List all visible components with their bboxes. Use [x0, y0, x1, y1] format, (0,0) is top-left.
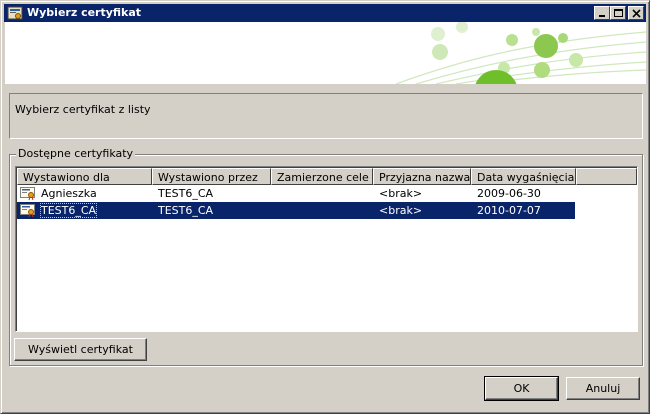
- group-label: Dostępne certyfikaty: [16, 147, 136, 160]
- title-bar[interactable]: Wybierz certyfikat: [4, 4, 646, 22]
- decorative-banner-graphic: [395, 22, 646, 84]
- column-header-issued-to[interactable]: Wystawiono dla: [17, 168, 152, 185]
- maximize-icon: [614, 9, 623, 17]
- cell-issued-by: TEST6_CA: [158, 204, 214, 217]
- cell-issued-to: TEST6_CA: [39, 203, 98, 218]
- table-row-selected[interactable]: TEST6_CA TEST6_CA <brak> 2010-07-07: [17, 202, 575, 219]
- close-button[interactable]: [628, 6, 644, 20]
- instruction-text: Wybierz certyfikat z listy: [15, 103, 151, 116]
- minimize-icon: [599, 15, 605, 17]
- view-certificate-button[interactable]: Wyświetl certyfikat: [14, 338, 147, 361]
- certificate-icon: [20, 204, 35, 218]
- certificate-app-icon: [7, 6, 23, 20]
- cancel-button[interactable]: Anuluj: [566, 377, 640, 400]
- certificate-dialog: Wybierz certyfikat Wybierz certyfikat z …: [0, 0, 650, 414]
- column-header-intended-purposes[interactable]: Zamierzone cele: [271, 168, 373, 185]
- header-banner: [5, 22, 646, 84]
- cell-expiration: 2010-07-07: [477, 204, 541, 217]
- certificate-icon: [20, 187, 35, 201]
- cell-friendly-name: <brak>: [379, 187, 423, 200]
- table-row[interactable]: Agnieszka TEST6_CA <brak> 2009-06-30: [17, 185, 575, 202]
- cell-expiration: 2009-06-30: [477, 187, 541, 200]
- column-header-issued-by[interactable]: Wystawiono przez: [152, 168, 271, 185]
- window-title: Wybierz certyfikat: [27, 6, 142, 19]
- maximize-button[interactable]: [610, 6, 626, 20]
- ok-button[interactable]: OK: [484, 376, 559, 401]
- column-header-friendly-name[interactable]: Przyjazna nazwa: [373, 168, 471, 185]
- info-panel: Wybierz certyfikat z listy: [9, 93, 643, 139]
- cell-issued-by: TEST6_CA: [158, 187, 214, 200]
- minimize-button[interactable]: [594, 6, 610, 20]
- close-icon: [632, 9, 641, 18]
- cell-issued-to: Agnieszka: [41, 187, 97, 200]
- certificate-list[interactable]: Wystawiono dla Wystawiono przez Zamierzo…: [15, 166, 638, 332]
- cell-friendly-name: <brak>: [379, 204, 423, 217]
- column-header-filler: [576, 168, 637, 185]
- column-header-expiration-date[interactable]: Data wygaśnięcia: [471, 168, 576, 185]
